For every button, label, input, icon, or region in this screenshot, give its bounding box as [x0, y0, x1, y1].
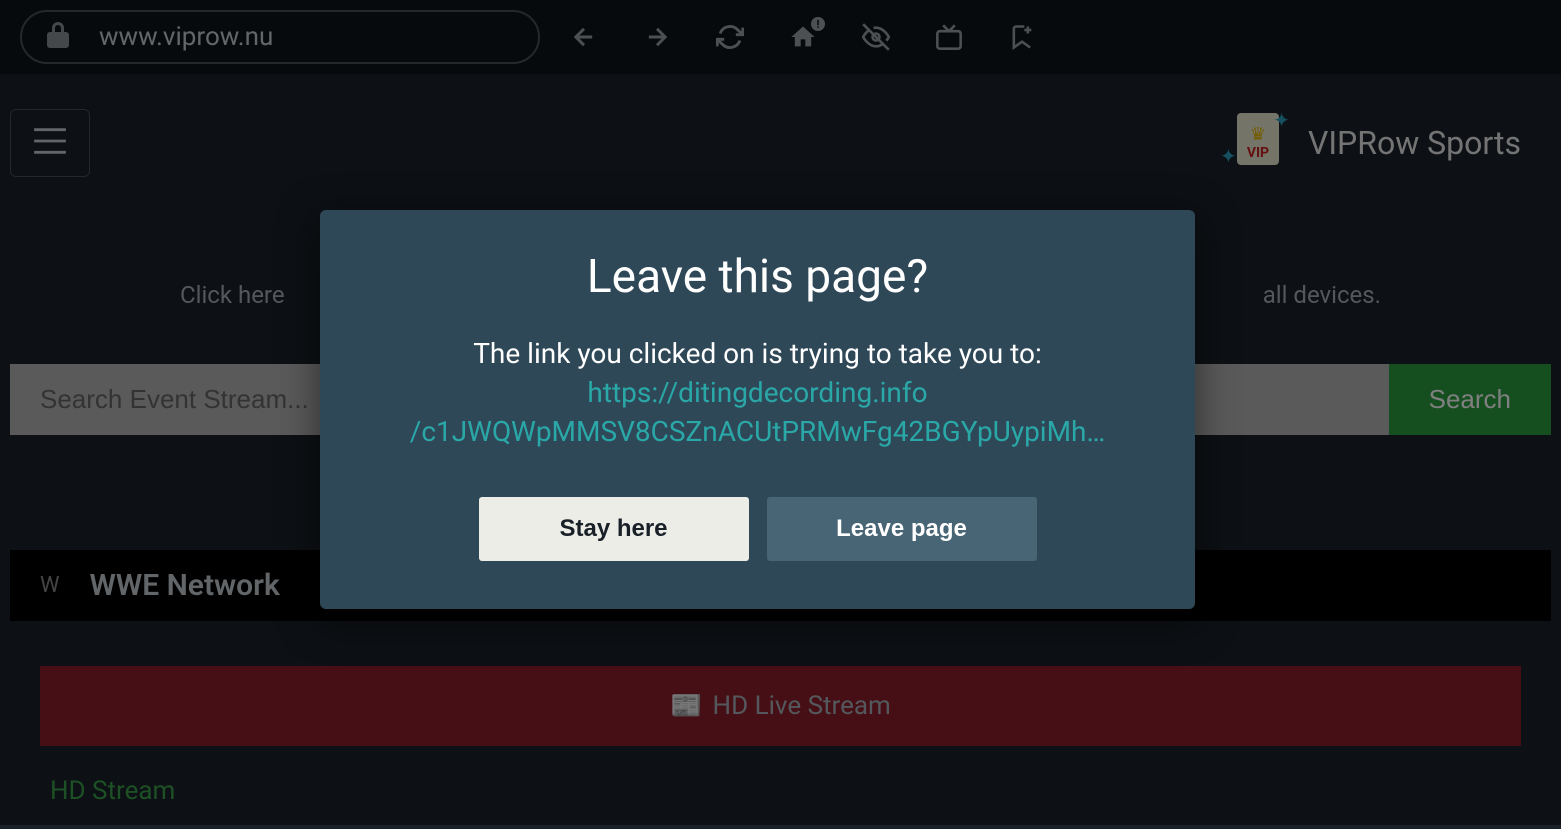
leave-page-dialog: Leave this page? The link you clicked on…: [320, 210, 1195, 609]
dialog-link[interactable]: https://ditingdecording.info /c1JWQWpMMS…: [370, 373, 1145, 451]
stay-here-button[interactable]: Stay here: [479, 497, 749, 561]
dialog-title: Leave this page?: [370, 250, 1145, 304]
leave-page-button[interactable]: Leave page: [767, 497, 1037, 561]
dialog-message-text: The link you clicked on is trying to tak…: [473, 337, 1042, 370]
dialog-buttons: Stay here Leave page: [370, 497, 1145, 561]
dialog-message: The link you clicked on is trying to tak…: [370, 334, 1145, 452]
